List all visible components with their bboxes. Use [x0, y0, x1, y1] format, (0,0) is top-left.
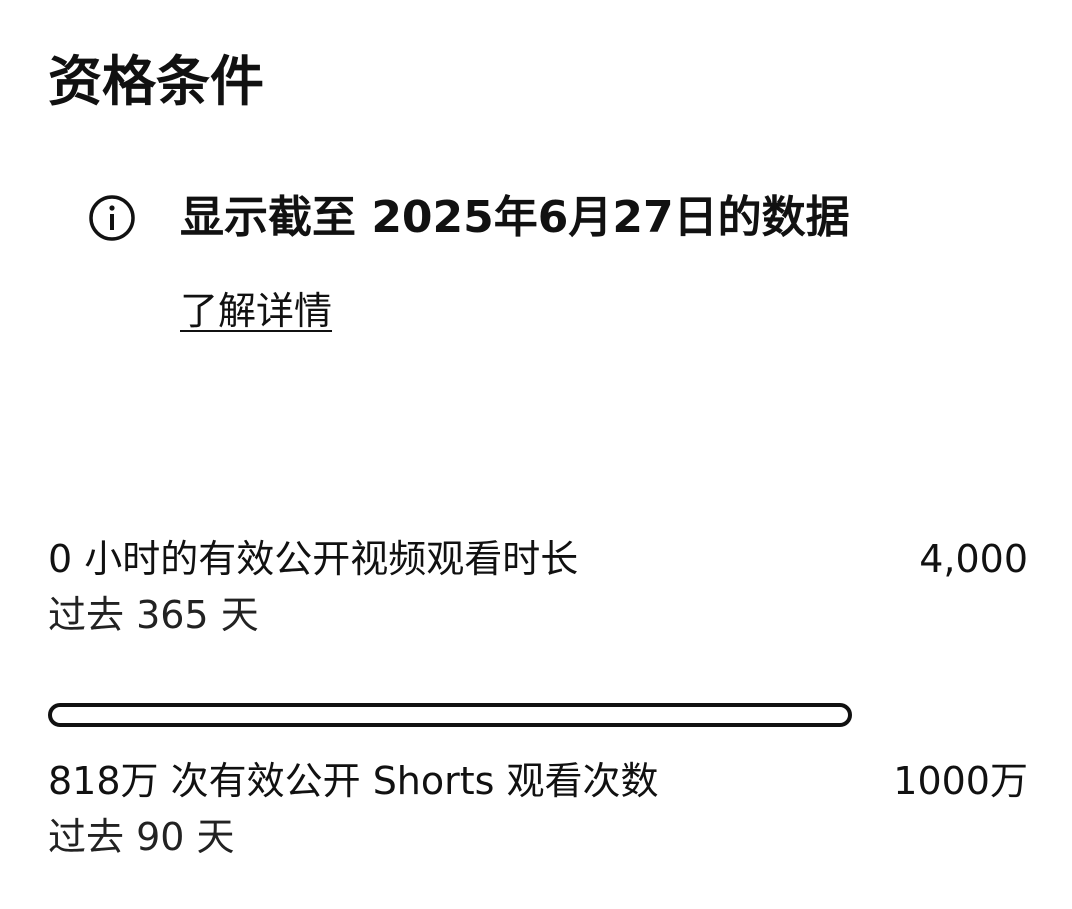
watch-time-label: 0 小时的有效公开视频观看时长 [48, 537, 579, 581]
shorts-views-label: 818万 次有效公开 Shorts 观看次数 [48, 759, 659, 803]
learn-more-link[interactable]: 了解详情 [180, 286, 332, 336]
watch-time-requirement: 0 小时的有效公开视频观看时长 4,000 过去 365 天 [48, 534, 1028, 640]
data-date-notice: 显示截至 2025年6月27日的数据 [180, 192, 850, 243]
shorts-views-target: 1000万 [893, 759, 1028, 803]
info-icon[interactable] [88, 194, 136, 242]
data-notice: 显示截至 2025年6月27日的数据 [88, 190, 850, 246]
watch-time-progress-bar [48, 703, 852, 727]
watch-time-period: 过去 365 天 [48, 593, 259, 637]
shorts-views-period: 过去 90 天 [48, 815, 235, 859]
watch-time-target: 4,000 [919, 537, 1028, 581]
page-title: 资格条件 [48, 50, 264, 113]
shorts-views-requirement: 818万 次有效公开 Shorts 观看次数 1000万 过去 90 天 [48, 756, 1028, 862]
